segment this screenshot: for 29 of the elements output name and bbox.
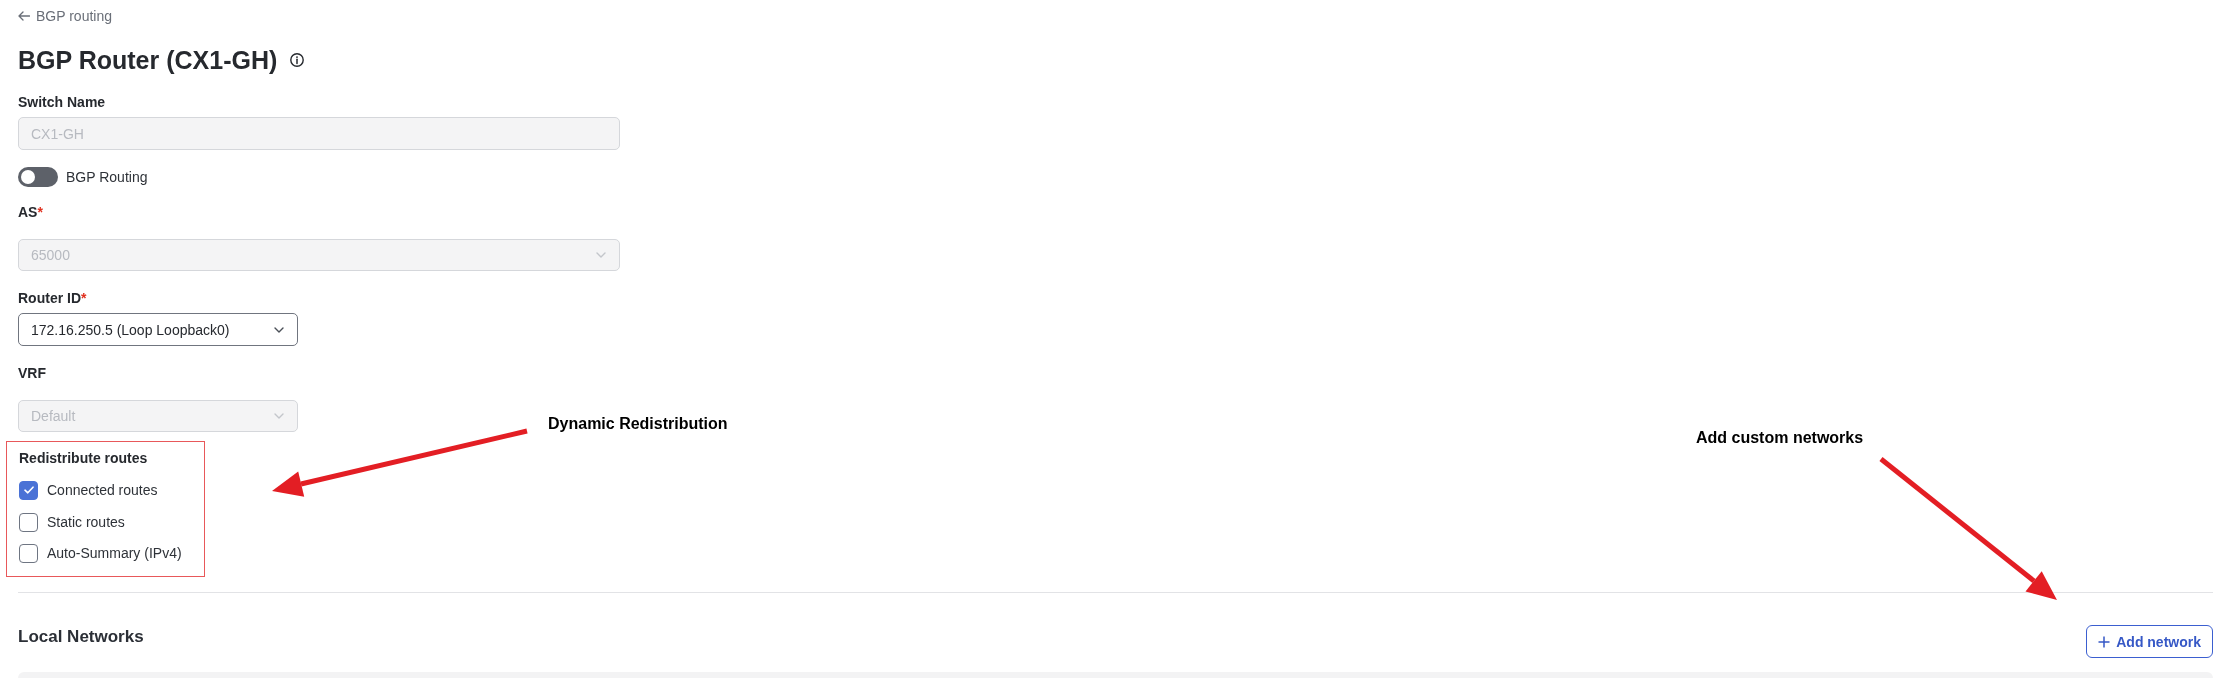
checkbox[interactable] (19, 480, 38, 500)
toggle-label: BGP Routing (66, 168, 148, 187)
toggle-switch[interactable] (18, 167, 58, 187)
checkbox[interactable] (19, 543, 38, 563)
checkmark-icon (23, 486, 34, 494)
plus-icon (2098, 635, 2111, 648)
checkbox-label: Connected routes (47, 481, 158, 500)
left-arrow-icon (18, 11, 30, 21)
annotation-text: Dynamic Redistribution (548, 414, 728, 434)
section-label: Redistribute routes (19, 449, 149, 468)
annotation-text: Add custom networks (1696, 428, 1864, 448)
field-label: Switch Name (18, 93, 106, 112)
field-label: AS (18, 203, 38, 222)
checkbox-label: Static routes (47, 513, 125, 532)
chevron-down-icon (596, 252, 606, 258)
info-icon[interactable] (290, 53, 305, 67)
checkbox-label: Auto-Summary (IPv4) (47, 544, 182, 563)
field-label: Router ID (18, 289, 81, 308)
back-link[interactable]: BGP routing (18, 6, 112, 26)
dropdown-select[interactable]: 172.16.250.5 (Loop Loopback0) (18, 313, 298, 346)
required-mark: * (37, 203, 43, 222)
add-network-button[interactable]: Add network (2086, 625, 2213, 658)
page-title: BGP Router (CX1-GH) (18, 45, 278, 76)
field-label: VRF (18, 364, 46, 383)
chevron-down-icon (274, 326, 284, 333)
section-heading: Local Networks (18, 626, 144, 648)
checkbox[interactable] (19, 512, 38, 532)
chevron-down-icon (274, 413, 284, 419)
required-mark: * (81, 289, 87, 308)
